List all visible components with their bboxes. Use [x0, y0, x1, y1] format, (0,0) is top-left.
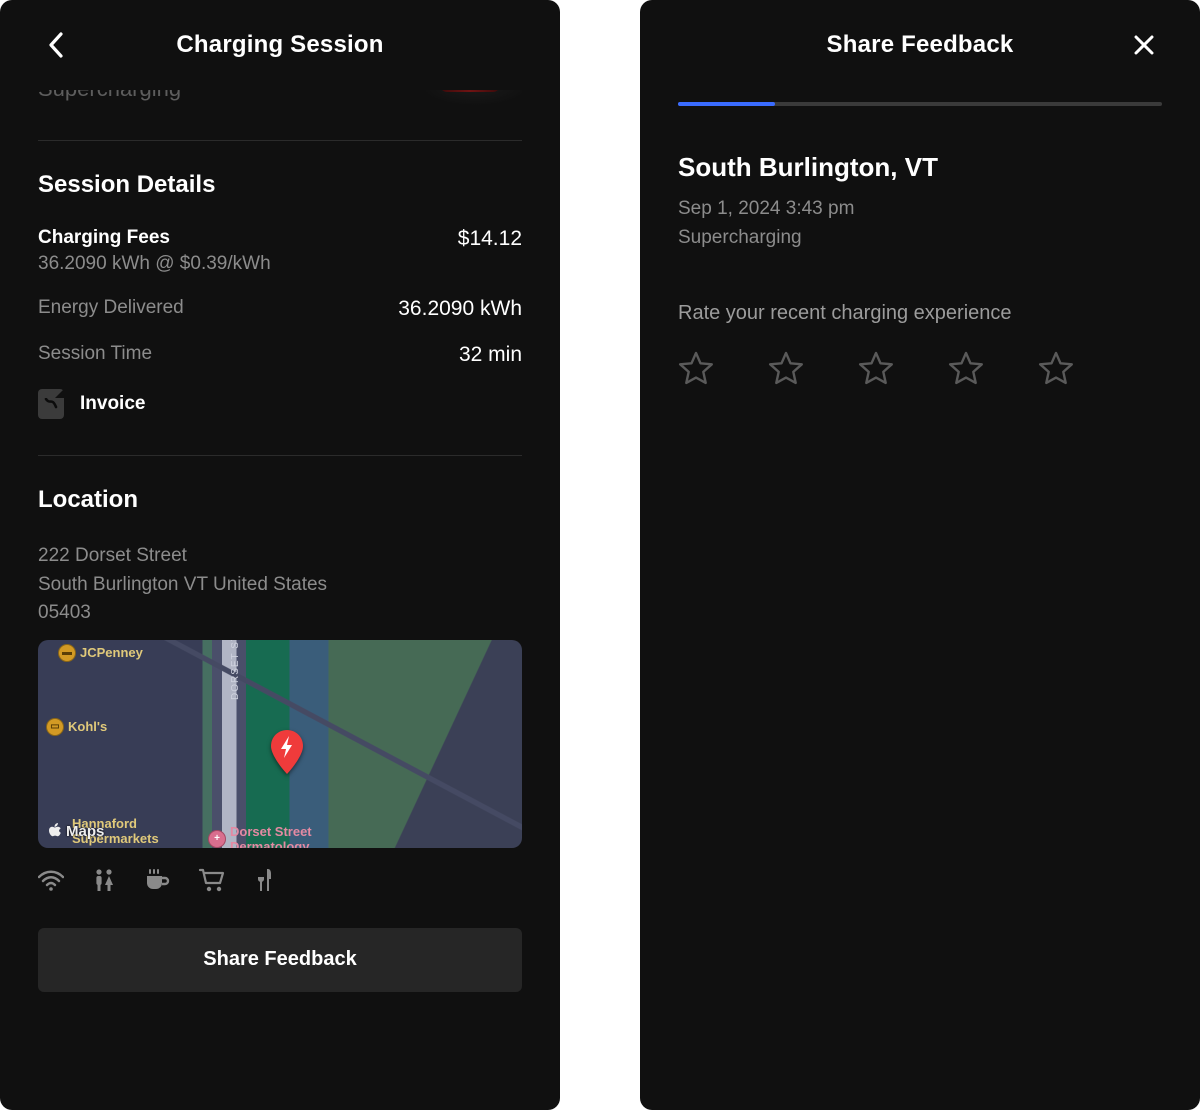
app-header: Charging Session — [38, 0, 522, 90]
charging-session-screen: Charging Session Supercharging Session D… — [0, 0, 560, 1110]
map-charger-pin — [270, 730, 304, 774]
divider — [38, 140, 522, 141]
shopping-cart-icon — [198, 868, 226, 892]
close-button[interactable] — [1126, 27, 1162, 63]
address-line-1: 222 Dorset Street — [38, 542, 522, 571]
feedback-type: Supercharging — [678, 224, 1162, 253]
feedback-progress-fill — [678, 102, 775, 106]
close-icon — [1133, 34, 1155, 56]
session-time-value: 32 min — [459, 343, 522, 367]
map-poi-jcpenney: ▬JCPenney — [58, 644, 143, 662]
energy-label: Energy Delivered — [38, 297, 184, 319]
fees-sublabel: 36.2090 kWh @ $0.39/kWh — [38, 253, 271, 275]
app-header: Share Feedback — [678, 0, 1162, 90]
star-5[interactable] — [1038, 351, 1074, 387]
map-poi-dermatology: + Dorset Street Dermatology — [208, 824, 312, 848]
location-section: Location 222 Dorset Street South Burling… — [38, 486, 522, 892]
feedback-location: South Burlington, VT — [678, 152, 1162, 183]
page-title: Share Feedback — [827, 31, 1014, 59]
feedback-progress — [678, 102, 1162, 106]
back-button[interactable] — [38, 27, 74, 63]
star-rating — [678, 351, 1162, 387]
section-heading: Session Details — [38, 171, 522, 199]
star-2[interactable] — [768, 351, 804, 387]
charging-fees-row: Charging Fees 36.2090 kWh @ $0.39/kWh $1… — [38, 227, 522, 275]
feedback-subheading: Sep 1, 2024 3:43 pm Supercharging — [678, 195, 1162, 252]
star-4[interactable] — [948, 351, 984, 387]
address-block: 222 Dorset Street South Burlington VT Un… — [38, 542, 522, 628]
invoice-label: Invoice — [80, 393, 145, 415]
invoice-link[interactable]: Invoice — [38, 389, 522, 419]
fees-value: $14.12 — [458, 227, 522, 251]
pdf-icon — [38, 389, 64, 419]
previous-row-label: Supercharging — [38, 90, 181, 102]
energy-value: 36.2090 kWh — [398, 297, 522, 321]
restrooms-icon — [92, 868, 116, 892]
vehicle-thumbnail — [420, 90, 522, 106]
page-title: Charging Session — [176, 31, 383, 59]
session-details-section: Session Details Charging Fees 36.2090 kW… — [38, 171, 522, 419]
star-1[interactable] — [678, 351, 714, 387]
session-time-row: Session Time 32 min — [38, 343, 522, 367]
address-line-2: South Burlington VT United States — [38, 571, 522, 600]
share-feedback-button[interactable]: Share Feedback — [38, 928, 522, 992]
session-time-label: Session Time — [38, 343, 152, 365]
divider — [38, 455, 522, 456]
coffee-icon — [144, 868, 170, 892]
rate-prompt: Rate your recent charging experience — [678, 302, 1162, 325]
amenities-row — [38, 868, 522, 892]
map-street-label: DORSET ST — [230, 640, 241, 700]
previous-row-peek: Supercharging — [38, 90, 522, 120]
wifi-icon — [38, 868, 64, 892]
chevron-left-icon — [47, 31, 65, 59]
map-provider-badge: Maps — [48, 823, 104, 840]
map-poi-kohls: ▭Kohl's — [46, 718, 107, 736]
star-3[interactable] — [858, 351, 894, 387]
food-icon — [254, 868, 274, 892]
energy-row: Energy Delivered 36.2090 kWh — [38, 297, 522, 321]
address-line-3: 05403 — [38, 599, 522, 628]
location-map[interactable]: ▬JCPenney ▭Kohl's Hannaford Supermarkets… — [38, 640, 522, 848]
share-feedback-screen: Share Feedback South Burlington, VT Sep … — [640, 0, 1200, 1110]
apple-icon — [48, 823, 62, 839]
section-heading: Location — [38, 486, 522, 514]
feedback-timestamp: Sep 1, 2024 3:43 pm — [678, 195, 1162, 224]
fees-label: Charging Fees — [38, 227, 271, 249]
